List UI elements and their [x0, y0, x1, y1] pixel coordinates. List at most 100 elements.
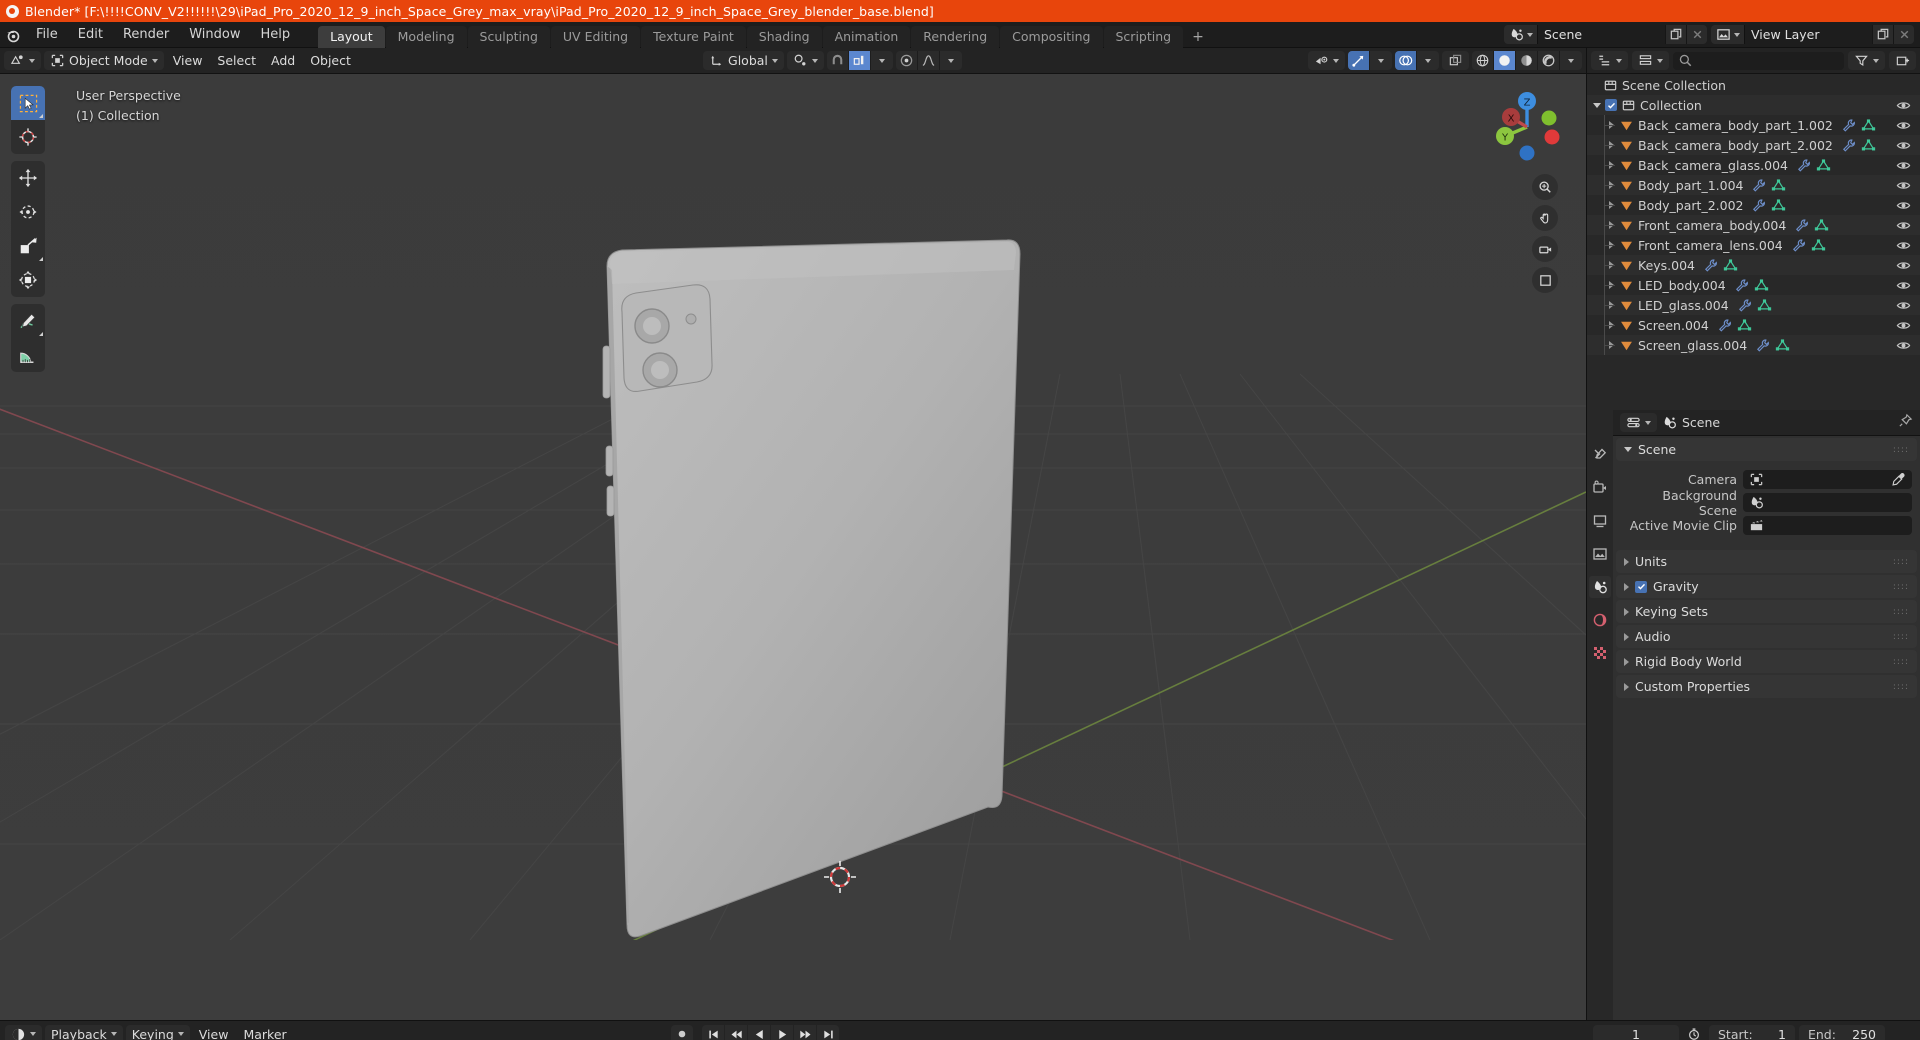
- mesh-data-icon[interactable]: [1816, 158, 1831, 173]
- pin-icon[interactable]: [1898, 413, 1913, 432]
- outliner-row-object[interactable]: Front_camera_body.004: [1587, 215, 1920, 235]
- view-layer-new-button[interactable]: [1872, 25, 1893, 44]
- outliner-row-object[interactable]: Back_camera_glass.004: [1587, 155, 1920, 175]
- falloff-curve-icon[interactable]: [918, 51, 940, 70]
- object-visibility-eye-icon[interactable]: [1896, 178, 1920, 193]
- annotate-tool[interactable]: [11, 304, 45, 338]
- mesh-data-icon[interactable]: [1861, 138, 1876, 153]
- properties-editor-type-icon[interactable]: [1620, 413, 1657, 432]
- outliner-row-object[interactable]: Screen.004: [1587, 315, 1920, 335]
- show-hide-icon[interactable]: [1308, 51, 1345, 70]
- workspace-tab-uv-editing[interactable]: UV Editing: [550, 25, 641, 48]
- snap-chevron-down-icon[interactable]: [871, 51, 893, 70]
- current-frame-field[interactable]: 1: [1592, 1024, 1679, 1040]
- object-visibility-eye-icon[interactable]: [1896, 138, 1920, 153]
- mesh-data-icon[interactable]: [1723, 258, 1738, 273]
- pivot-point-icon[interactable]: [786, 51, 824, 70]
- panel-header-custom-properties[interactable]: Custom Properties ::::: [1616, 675, 1917, 698]
- gravity-checkbox[interactable]: [1635, 580, 1647, 593]
- object-visibility-eye-icon[interactable]: [1896, 218, 1920, 233]
- output-tab[interactable]: [1589, 510, 1611, 532]
- menu-edit[interactable]: Edit: [68, 22, 113, 48]
- shading-wireframe-icon[interactable]: [1472, 51, 1494, 70]
- world-tab[interactable]: [1589, 609, 1611, 631]
- mesh-data-icon[interactable]: [1757, 298, 1772, 313]
- play-icon[interactable]: [771, 1024, 794, 1040]
- viewport-menu-add[interactable]: Add: [265, 51, 301, 70]
- wrench-modifier-icon[interactable]: [1794, 218, 1809, 233]
- auto-keying-icon[interactable]: [671, 1024, 694, 1040]
- next-keyframe-icon[interactable]: [794, 1024, 817, 1040]
- collection-checkbox[interactable]: [1605, 99, 1617, 111]
- outliner-editor-type-icon[interactable]: [1591, 51, 1628, 70]
- workspace-tab-texture-paint[interactable]: Texture Paint: [641, 25, 746, 48]
- panel-header-scene[interactable]: Scene ::::: [1616, 438, 1917, 461]
- panel-header-keying-sets[interactable]: Keying Sets ::::: [1616, 600, 1917, 623]
- overlays-chevron-down-icon[interactable]: [1417, 51, 1439, 70]
- toggle-ortho-icon[interactable]: [1532, 267, 1558, 293]
- outliner-row-object[interactable]: Back_camera_body_part_2.002: [1587, 135, 1920, 155]
- workspace-tab-modeling[interactable]: Modeling: [385, 25, 467, 48]
- mesh-data-icon[interactable]: [1775, 338, 1790, 353]
- camera-field[interactable]: [1743, 470, 1912, 489]
- timeline-editor-type-icon[interactable]: [5, 1024, 42, 1040]
- outliner-row-object[interactable]: Body_part_2.002: [1587, 195, 1920, 215]
- wrench-modifier-icon[interactable]: [1755, 338, 1770, 353]
- workspace-tab-shading[interactable]: Shading: [746, 25, 822, 48]
- snap-magnet-icon[interactable]: [827, 51, 849, 70]
- mesh-data-icon[interactable]: [1754, 278, 1769, 293]
- falloff-chevron-down-icon[interactable]: [940, 51, 962, 70]
- view-layer-name-field[interactable]: View Layer: [1744, 25, 1872, 44]
- overlays-icon[interactable]: [1395, 51, 1417, 70]
- proportional-editing-icon[interactable]: [896, 51, 918, 70]
- view-axis-gizmo[interactable]: Z Y X: [1486, 86, 1568, 168]
- object-visibility-eye-icon[interactable]: [1896, 298, 1920, 313]
- wrench-modifier-icon[interactable]: [1841, 118, 1856, 133]
- timeline-menu-marker[interactable]: Marker: [237, 1025, 292, 1040]
- wrench-modifier-icon[interactable]: [1751, 198, 1766, 213]
- outliner-row-object[interactable]: LED_body.004: [1587, 275, 1920, 295]
- viewport-menu-select[interactable]: Select: [211, 51, 262, 70]
- workspace-tab-compositing[interactable]: Compositing: [1000, 25, 1103, 48]
- start-frame-field[interactable]: Start: 1: [1708, 1024, 1795, 1040]
- wrench-modifier-icon[interactable]: [1791, 238, 1806, 253]
- menu-file[interactable]: File: [26, 22, 68, 48]
- object-visibility-eye-icon[interactable]: [1896, 158, 1920, 173]
- jump-to-end-icon[interactable]: [817, 1024, 840, 1040]
- wrench-modifier-icon[interactable]: [1737, 298, 1752, 313]
- panel-header-units[interactable]: Units ::::: [1616, 550, 1917, 573]
- wrench-modifier-icon[interactable]: [1717, 318, 1732, 333]
- prev-keyframe-icon[interactable]: [725, 1024, 748, 1040]
- transform-orientation-selector[interactable]: Global: [703, 51, 784, 70]
- workspace-tab-scripting[interactable]: Scripting: [1103, 25, 1184, 48]
- measure-tool[interactable]: [11, 338, 45, 372]
- collection-disclosure-icon[interactable]: [1591, 102, 1603, 108]
- workspace-tab-animation[interactable]: Animation: [822, 25, 911, 48]
- add-workspace-button[interactable]: +: [1184, 26, 1212, 48]
- play-reverse-icon[interactable]: [748, 1024, 771, 1040]
- viewport-3d[interactable]: User Perspective (1) Collection Z Y X: [0, 74, 1586, 1020]
- outliner-row-collection[interactable]: Collection: [1587, 95, 1920, 115]
- move-tool[interactable]: [11, 161, 45, 195]
- timeline-menu-keying[interactable]: Keying: [125, 1024, 190, 1040]
- shading-rendered-icon[interactable]: [1538, 51, 1560, 70]
- background-scene-field[interactable]: [1743, 493, 1912, 512]
- interaction-mode-selector[interactable]: Object Mode: [44, 51, 164, 70]
- object-visibility-eye-icon[interactable]: [1896, 238, 1920, 253]
- wrench-modifier-icon[interactable]: [1751, 178, 1766, 193]
- mesh-data-icon[interactable]: [1771, 198, 1786, 213]
- scene-browse-button[interactable]: [1504, 25, 1537, 44]
- tool-tab[interactable]: [1589, 444, 1611, 466]
- outliner-row-object[interactable]: LED_glass.004: [1587, 295, 1920, 315]
- mesh-data-icon[interactable]: [1814, 218, 1829, 233]
- view-layer-unlink-button[interactable]: [1893, 25, 1914, 44]
- view-layer-tab[interactable]: [1589, 543, 1611, 565]
- mesh-data-icon[interactable]: [1771, 178, 1786, 193]
- jump-to-start-icon[interactable]: [702, 1024, 725, 1040]
- panel-header-rigid-body-world[interactable]: Rigid Body World ::::: [1616, 650, 1917, 673]
- blender-menu-icon[interactable]: [0, 27, 26, 43]
- shading-solid-icon[interactable]: [1494, 51, 1516, 70]
- workspace-tab-layout[interactable]: Layout: [318, 25, 385, 48]
- outliner-row-object[interactable]: Body_part_1.004: [1587, 175, 1920, 195]
- object-visibility-eye-icon[interactable]: [1896, 338, 1920, 353]
